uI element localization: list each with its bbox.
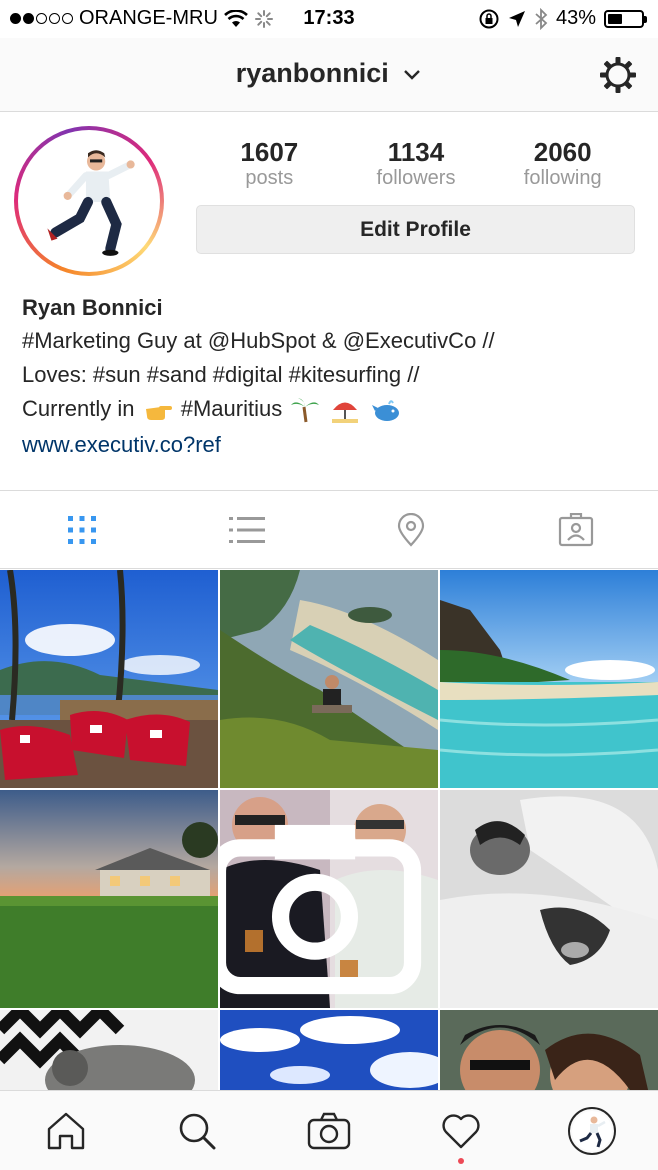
posts-stat[interactable]: 1607 posts bbox=[196, 138, 343, 190]
following-label: following bbox=[523, 167, 602, 189]
profile-avatar[interactable] bbox=[14, 126, 164, 276]
grid-photo-house-lawn[interactable] bbox=[0, 790, 218, 1008]
following-count: 2060 bbox=[533, 137, 592, 167]
video-camera-icon bbox=[220, 824, 422, 995]
bio-line-3: Currently in #Mauritius bbox=[22, 392, 642, 426]
chevron-down-icon bbox=[404, 70, 421, 80]
whale-emoji-icon bbox=[371, 400, 399, 422]
tab-grid[interactable] bbox=[0, 491, 165, 568]
profile-full-name: Ryan Bonnici bbox=[22, 295, 163, 320]
tab-profile[interactable] bbox=[526, 1091, 658, 1170]
grid-photo-pattern-cat[interactable] bbox=[0, 1010, 218, 1090]
notification-dot bbox=[457, 1158, 464, 1164]
bio-line-2: Loves: #sun #sand #digital #kitesurfing … bbox=[22, 362, 420, 387]
profile-photo bbox=[23, 135, 155, 267]
profile-website-link[interactable]: www.executiv.co?ref bbox=[22, 426, 642, 464]
gear-icon[interactable] bbox=[598, 55, 638, 95]
tab-search[interactable] bbox=[132, 1091, 264, 1170]
heart-icon bbox=[441, 1113, 480, 1148]
navigation-bar: ryanbonnici bbox=[0, 38, 658, 112]
tab-list[interactable] bbox=[165, 491, 330, 568]
tab-camera[interactable] bbox=[263, 1091, 395, 1170]
search-icon bbox=[180, 1113, 216, 1149]
beach-umbrella-emoji-icon bbox=[332, 402, 359, 424]
posts-count: 1607 bbox=[240, 137, 299, 167]
battery-icon bbox=[604, 9, 647, 28]
bottom-tab-bar bbox=[0, 1090, 658, 1170]
tagged-icon bbox=[558, 512, 593, 546]
grid-photo-sleeping-dog[interactable] bbox=[440, 790, 658, 1008]
location-pin-icon bbox=[398, 512, 425, 547]
home-icon bbox=[47, 1112, 84, 1149]
grid-video-friends[interactable] bbox=[220, 790, 438, 1008]
bio-location-tag[interactable]: #Mauritius bbox=[181, 396, 282, 421]
bluetooth-icon bbox=[535, 7, 548, 30]
grid-icon bbox=[68, 515, 97, 544]
bio-location-prefix: Currently in bbox=[22, 396, 135, 421]
tab-tagged[interactable] bbox=[494, 491, 658, 568]
tab-home[interactable] bbox=[0, 1091, 132, 1170]
followers-count: 1134 bbox=[387, 137, 445, 167]
following-stat[interactable]: 2060 following bbox=[489, 138, 636, 190]
location-arrow-icon bbox=[508, 10, 525, 27]
profile-stats: 1607 posts 1134 followers 2060 following bbox=[196, 138, 636, 190]
camera-icon bbox=[307, 1112, 351, 1149]
grid-photo-tropical-beach[interactable] bbox=[440, 570, 658, 788]
grid-photo-couple-selfie[interactable] bbox=[440, 1010, 658, 1090]
grid-photo-mountain-lagoon[interactable] bbox=[220, 570, 438, 788]
status-right: 43% bbox=[478, 7, 647, 30]
photo-grid bbox=[0, 570, 658, 1090]
battery-percent: 43% bbox=[555, 7, 596, 29]
status-bar: ORANGE-MRU 17:33 43% bbox=[0, 0, 658, 38]
posts-label: posts bbox=[245, 167, 294, 189]
profile-bio: Ryan Bonnici #Marketing Guy at @HubSpot … bbox=[22, 292, 642, 464]
battery-fill bbox=[608, 13, 622, 24]
bio-line-1: #Marketing Guy at @HubSpot & @ExecutivCo… bbox=[22, 328, 495, 353]
pointing-hand-emoji-icon bbox=[145, 406, 172, 421]
profile-avatar-tab bbox=[568, 1106, 617, 1155]
followers-label: followers bbox=[376, 167, 456, 189]
tab-location[interactable] bbox=[329, 491, 494, 568]
palm-tree-emoji-icon bbox=[291, 398, 320, 423]
grid-photo-beach-beanbags[interactable] bbox=[0, 570, 218, 788]
username-switcher[interactable]: ryanbonnici bbox=[0, 58, 658, 89]
tab-activity[interactable] bbox=[395, 1091, 527, 1170]
followers-stat[interactable]: 1134 followers bbox=[343, 138, 490, 190]
grid-photo-blue-sky[interactable] bbox=[220, 1010, 438, 1090]
list-icon bbox=[228, 516, 265, 543]
orientation-lock-icon bbox=[479, 9, 499, 28]
edit-profile-button[interactable]: Edit Profile bbox=[196, 205, 635, 254]
profile-view-tabs bbox=[0, 490, 658, 569]
username-title: ryanbonnici bbox=[235, 58, 389, 88]
